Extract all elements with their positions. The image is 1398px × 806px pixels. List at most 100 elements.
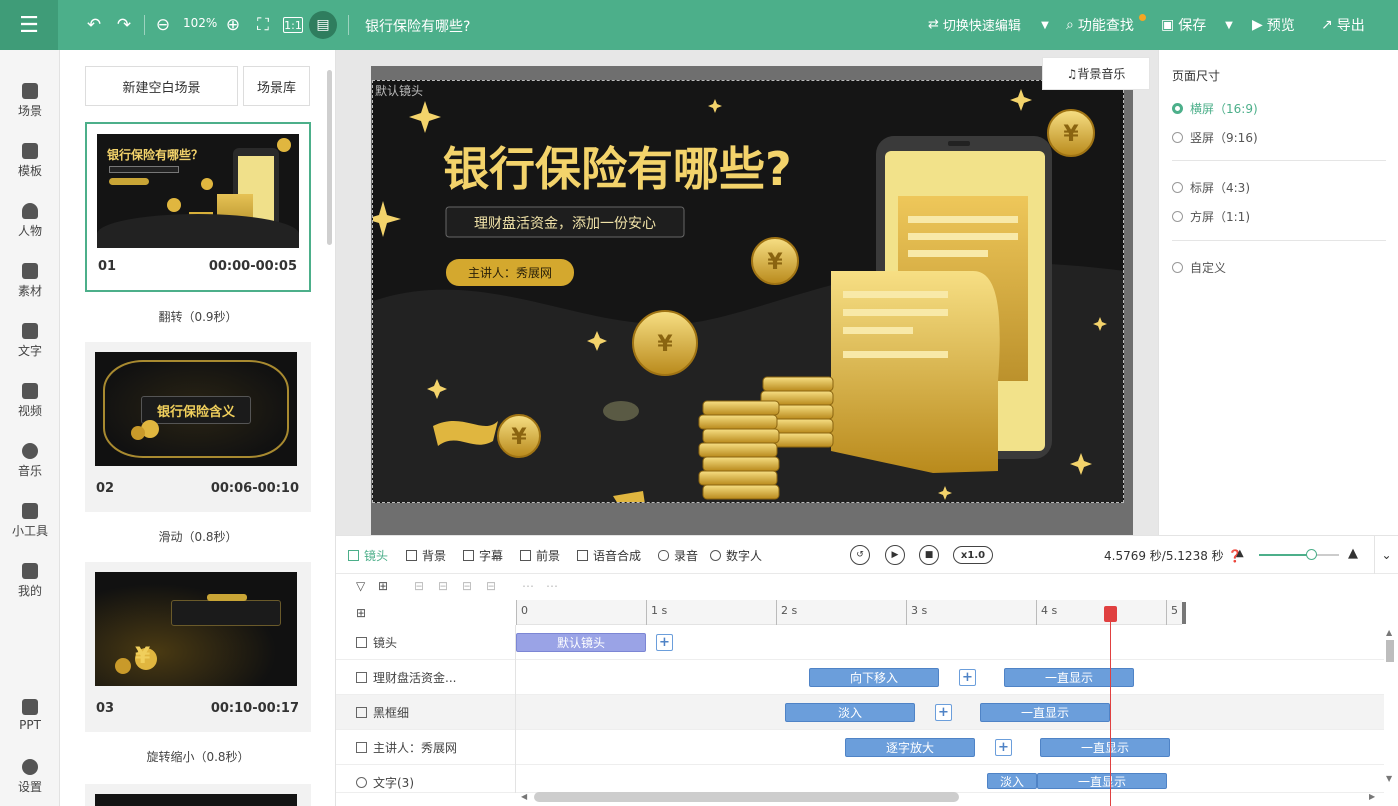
radio-custom[interactable]: 自定义 — [1172, 259, 1226, 276]
clip-animation-in[interactable]: 淡入 — [785, 703, 915, 722]
export-button[interactable]: ↗ 导出 — [1321, 15, 1365, 35]
radio-square[interactable]: 方屏（1:1) — [1172, 208, 1250, 225]
hamburger-menu-icon[interactable]: ☰ — [0, 0, 58, 50]
scene-panel-scrollbar[interactable] — [327, 70, 332, 245]
ruler-tick: 1 s — [646, 600, 667, 625]
subtitle-icon[interactable]: ▤ — [309, 11, 337, 39]
clip-animation-in[interactable]: 淡入 — [987, 773, 1037, 789]
canvas-headline[interactable]: 银行保险有哪些? — [443, 142, 792, 196]
save-button[interactable]: ▣ 保存 — [1161, 15, 1206, 35]
bg-music-button[interactable]: ♫ 背景音乐 — [1042, 57, 1150, 90]
clip-always-show[interactable]: 一直显示 — [1040, 738, 1170, 757]
tab-foreground[interactable]: 前景 — [520, 547, 560, 564]
split-icon[interactable]: ⋯ — [546, 579, 558, 593]
play-icon[interactable]: ▶ — [885, 545, 905, 565]
zoom-in-mountain-icon[interactable]: ▲ — [1348, 546, 1358, 561]
scroll-left-icon[interactable]: ◀ — [521, 792, 527, 801]
speed-selector[interactable]: x1.0 — [953, 546, 993, 564]
clip-always-show[interactable]: 一直显示 — [980, 703, 1110, 722]
timeline-vertical-scrollbar[interactable] — [1386, 640, 1394, 662]
fit-screen-icon[interactable]: ⛶ — [253, 13, 273, 37]
align-center-icon[interactable]: ⊟ — [438, 579, 448, 593]
track-text-finance[interactable]: 理财盘活资金... 向下移入 + 一直显示 — [336, 660, 1384, 695]
nav-settings[interactable]: 设置 — [0, 752, 60, 802]
timeline: ⊞ 0 1 s 2 s 3 s 4 s 5 镜头 默认镜头 + 理财盘活资金..… — [336, 600, 1398, 806]
scene-library-button[interactable]: 场景库 — [243, 66, 310, 106]
tab-lens[interactable]: 镜头 — [348, 547, 388, 564]
track-text-group[interactable]: 文字(3) 淡入 一直显示 — [336, 765, 1384, 793]
track-black-frame[interactable]: 黑框细 淡入 + 一直显示 — [336, 695, 1384, 730]
nav-scene[interactable]: 场景 — [0, 76, 60, 126]
align-right-icon[interactable]: ⊟ — [462, 579, 472, 593]
tab-tts[interactable]: 语音合成 — [577, 547, 641, 564]
zoom-slider-knob[interactable] — [1306, 549, 1317, 560]
redo-icon[interactable]: ↷ — [113, 13, 135, 37]
zoom-out-icon[interactable]: ⊖ — [153, 13, 173, 37]
scene-card-03[interactable]: ¥ 03 00:10-00:17 — [85, 562, 311, 732]
nav-person[interactable]: 人物 — [0, 196, 60, 246]
collapse-icon[interactable]: ⌄ — [1374, 536, 1398, 574]
feature-search-button[interactable]: ⌕ 功能查找 — [1066, 15, 1134, 35]
radio-portrait[interactable]: 竖屏（9:16) — [1172, 129, 1258, 146]
timeline-ruler[interactable]: 0 1 s 2 s 3 s 4 s 5 — [516, 600, 1384, 625]
zoom-in-icon[interactable]: ⊕ — [223, 13, 243, 37]
actual-size-icon[interactable]: 1:1 — [283, 17, 303, 33]
nav-video[interactable]: 视频 — [0, 376, 60, 426]
track-options-icon[interactable]: ⊞ — [356, 606, 366, 620]
tab-subtitle[interactable]: 字幕 — [463, 547, 503, 564]
track-presenter[interactable]: 主讲人：秀展网 逐字放大 + 一直显示 — [336, 730, 1384, 765]
clip-animation-in[interactable]: 向下移入 — [809, 668, 939, 687]
distribute-icon[interactable]: ⊟ — [486, 579, 496, 593]
snap-icon[interactable]: ⋯ — [522, 579, 534, 593]
project-title[interactable]: 银行保险有哪些? — [365, 16, 470, 36]
timeline-zoom-slider[interactable] — [1259, 549, 1339, 560]
tab-background[interactable]: 背景 — [406, 547, 446, 564]
align-left-icon[interactable]: ⊟ — [414, 579, 424, 593]
canvas-presenter[interactable]: 主讲人：秀展网 — [468, 265, 552, 280]
nav-text[interactable]: 文字 — [0, 316, 60, 366]
scroll-up-icon[interactable]: ▲ — [1386, 628, 1392, 637]
playhead-handle[interactable] — [1104, 606, 1117, 622]
save-dropdown-icon[interactable]: ▼ — [1222, 13, 1236, 37]
clip-always-show[interactable]: 一直显示 — [1037, 773, 1167, 789]
scroll-right-icon[interactable]: ▶ — [1369, 792, 1375, 801]
nav-ppt[interactable]: PPT — [0, 692, 60, 742]
group-icon[interactable]: ⊞ — [378, 579, 388, 593]
add-clip-button[interactable]: + — [959, 669, 976, 686]
undo-icon[interactable]: ↶ — [83, 13, 105, 37]
add-clip-button[interactable]: + — [995, 739, 1012, 756]
stop-icon[interactable]: ■ — [919, 545, 939, 565]
clip-always-show[interactable]: 一直显示 — [1004, 668, 1134, 687]
new-blank-scene-button[interactable]: 新建空白场景 — [85, 66, 238, 106]
nav-music[interactable]: 音乐 — [0, 436, 60, 486]
nav-template[interactable]: 模板 — [0, 136, 60, 186]
scene-transition[interactable]: 旋转缩小（0.8秒） — [85, 748, 311, 765]
scene-card-02[interactable]: 银行保险含义 02 00:06-00:10 — [85, 342, 311, 512]
filter-icon[interactable]: ▽ — [356, 579, 365, 593]
timeline-horizontal-scrollbar[interactable] — [534, 792, 959, 802]
scene-transition[interactable]: 翻转（0.9秒） — [85, 308, 311, 325]
nav-mine[interactable]: 我的 — [0, 556, 60, 606]
clip-animation-in[interactable]: 逐字放大 — [845, 738, 975, 757]
scene-card-01[interactable]: 银行保险有哪些？ 01 00:00-00:05 — [85, 122, 311, 292]
add-clip-button[interactable]: + — [935, 704, 952, 721]
tab-digital-human[interactable]: 数字人 — [710, 547, 762, 564]
scene-card-04[interactable] — [85, 784, 311, 806]
quick-edit-button[interactable]: ⇄ 切换快速编辑 — [928, 15, 1021, 34]
chevron-down-icon[interactable]: ▼ — [1038, 13, 1052, 37]
radio-standard[interactable]: 标屏（4:3) — [1172, 179, 1250, 196]
scene-transition[interactable]: 滑动（0.8秒） — [85, 528, 311, 545]
nav-toolbox[interactable]: 小工具 — [0, 496, 60, 546]
tab-record[interactable]: 录音 — [658, 547, 698, 564]
scroll-down-icon[interactable]: ▼ — [1386, 774, 1392, 783]
replay-icon[interactable]: ↺ — [850, 545, 870, 565]
nav-material[interactable]: 素材 — [0, 256, 60, 306]
preview-button[interactable]: ▶ 预览 — [1252, 15, 1295, 35]
track-lens[interactable]: 镜头 默认镜头 + — [336, 625, 1384, 660]
radio-landscape[interactable]: 横屏（16:9) — [1172, 100, 1258, 117]
canvas-subtitle[interactable]: 理财盘活资金，添加一份安心 — [474, 215, 656, 232]
clip-default-lens[interactable]: 默认镜头 — [516, 633, 646, 652]
add-clip-button[interactable]: + — [656, 634, 673, 651]
zoom-out-mountain-icon[interactable]: ▲ — [1236, 548, 1244, 559]
canvas-stage[interactable]: ¥ ¥ ¥ ¥ 银行保险有哪些? 理财盘活资金，添加一份安心 主讲人：秀展网 — [372, 80, 1124, 503]
